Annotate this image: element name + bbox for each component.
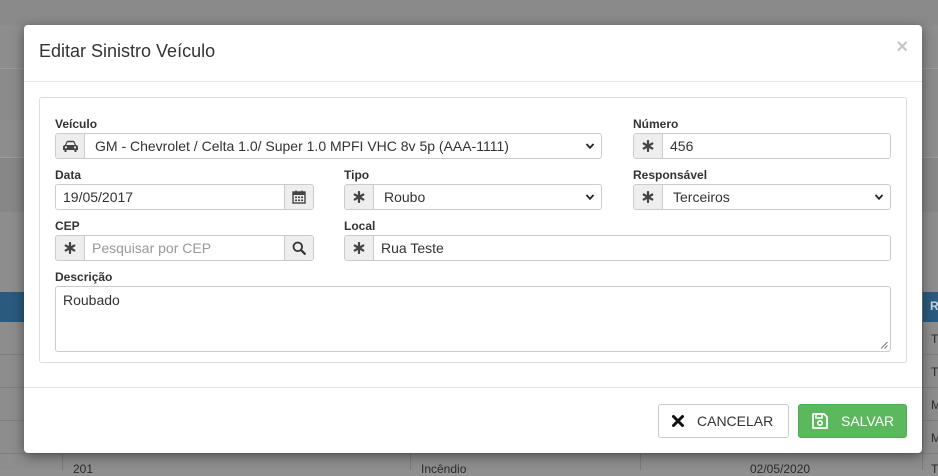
modal-footer: CANCELAR SALVAR [24,387,922,453]
modal-title: Editar Sinistro Veículo [39,41,216,61]
background-topbar [0,0,938,25]
asterisk-icon [634,134,663,158]
numero-input[interactable] [663,134,890,158]
veiculo-value: GM - Chevrolet / Celta 1.0/ Super 1.0 MP… [95,138,509,154]
close-button[interactable]: × [896,37,908,57]
save-label: SALVAR [841,413,895,429]
veiculo-label: Veículo [55,117,98,131]
background-cell: 201 [73,462,94,476]
tipo-label: Tipo [344,168,370,182]
descricao-value: Roubado [63,292,120,308]
asterisk-icon [345,185,374,209]
responsavel-label: Responsável [633,168,708,182]
background-side-letter: M [931,431,938,445]
tipo-select[interactable]: Roubo [344,184,602,210]
numero-field[interactable] [633,133,891,159]
save-button[interactable]: SALVAR [798,404,907,438]
veiculo-select[interactable]: GM - Chevrolet / Celta 1.0/ Super 1.0 MP… [55,133,602,159]
background-side-letter: R [930,299,938,313]
background-side-letter: T [931,462,938,476]
asterisk-icon [634,185,663,209]
cancel-label: CANCELAR [697,413,774,429]
chevron-down-icon [585,194,595,201]
data-input[interactable] [56,185,284,209]
background-cell: Incêndio [421,462,467,476]
chevron-down-icon [585,143,595,150]
cep-input[interactable] [85,236,284,260]
modal-header: Editar Sinistro Veículo × [24,25,922,82]
calendar-icon[interactable] [284,185,313,209]
background-side-letter: M [931,398,938,412]
responsavel-select[interactable]: Terceiros [633,184,891,210]
local-input[interactable] [374,236,890,260]
data-field[interactable] [55,184,314,210]
background-divider [922,290,923,470]
numero-label: Número [633,117,679,131]
descricao-label: Descrição [55,270,113,284]
form-panel: Veículo GM - Chevrolet / Celta 1.0/ Supe… [39,97,907,363]
cep-field[interactable] [55,235,314,261]
background-side-letter: T [931,365,938,379]
local-label: Local [344,219,376,233]
search-icon[interactable] [284,236,313,260]
close-icon [671,414,685,428]
descricao-textarea[interactable]: Roubado [55,286,891,352]
edit-claim-modal: Editar Sinistro Veículo × Veículo GM - C… [24,25,922,453]
floppy-disk-icon [811,412,829,430]
asterisk-icon [56,236,85,260]
data-label: Data [55,168,82,182]
cancel-button[interactable]: CANCELAR [658,404,789,438]
chevron-down-icon [874,194,884,201]
responsavel-value: Terceiros [673,189,730,205]
background-cell: 02/05/2020 [750,462,811,476]
local-field[interactable] [344,235,891,261]
tipo-value: Roubo [384,189,426,205]
car-icon [56,134,85,158]
background-side-letter: T [931,332,938,346]
cep-label: CEP [55,219,80,233]
resize-grip-icon[interactable] [880,341,888,349]
asterisk-icon [345,236,374,260]
